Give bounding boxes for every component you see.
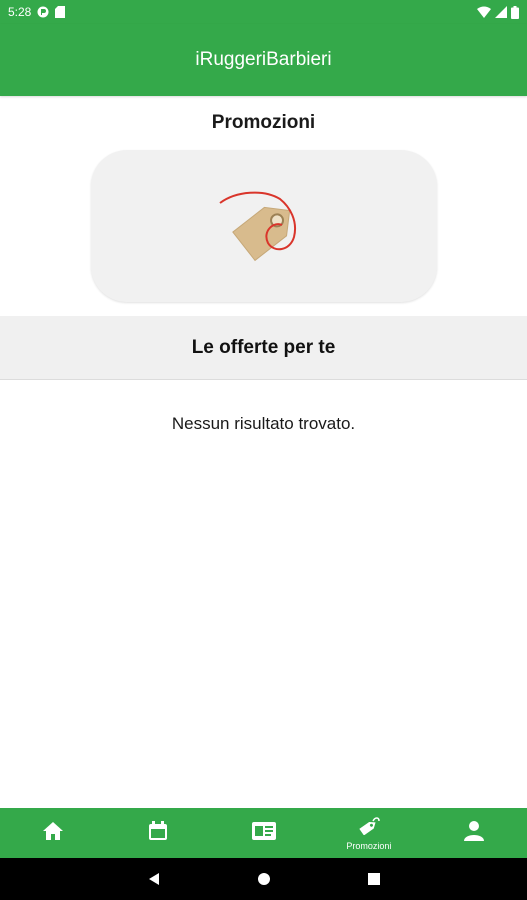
home-circle-icon[interactable] [257, 872, 271, 886]
nav-label-promozioni: Promozioni [346, 841, 392, 851]
app-title: iRuggeriBarbieri [195, 49, 332, 70]
sd-card-icon [55, 6, 66, 18]
nav-item-card[interactable] [211, 808, 316, 858]
nav-item-home[interactable] [0, 808, 105, 858]
system-navigation-bar [0, 858, 527, 900]
id-card-icon [251, 821, 276, 845]
offers-title: Le offerte per te [191, 336, 336, 358]
promo-section-title: Promozioni [211, 112, 316, 133]
bottom-navigation: Promozioni [0, 808, 527, 858]
app-notification-icon [37, 6, 49, 18]
profile-icon [463, 820, 485, 847]
nav-item-profile[interactable] [422, 808, 527, 858]
app-bar: iRuggeriBarbieri [0, 24, 527, 96]
battery-icon [511, 5, 519, 19]
home-icon [42, 821, 64, 846]
status-bar: 5:28 [0, 0, 527, 24]
tag-icon [357, 815, 381, 840]
price-tag-icon [216, 181, 312, 272]
wifi-icon [477, 6, 491, 18]
recents-icon[interactable] [367, 872, 381, 886]
status-time: 5:28 [8, 5, 32, 19]
back-icon[interactable] [147, 872, 161, 886]
calendar-icon [147, 820, 169, 847]
nav-item-calendar[interactable] [105, 808, 210, 858]
offers-header: Le offerte per te [0, 316, 527, 380]
empty-results-message: Nessun risultato trovato. [171, 414, 356, 433]
nav-item-promozioni[interactable]: Promozioni [316, 808, 421, 858]
signal-icon [495, 6, 507, 18]
promo-card[interactable] [91, 150, 437, 302]
